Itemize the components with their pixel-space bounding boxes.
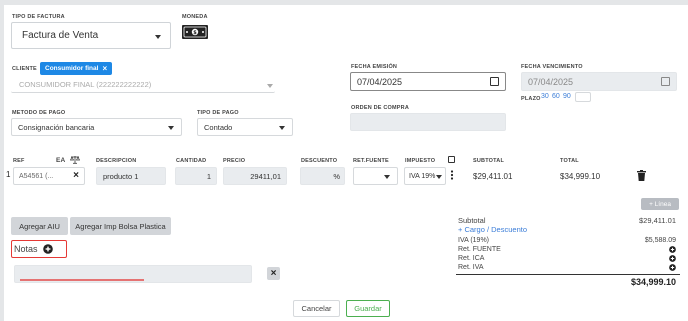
subtotal-value: $29,411.01 xyxy=(639,216,676,225)
fecha-emision-value: 07/04/2025 xyxy=(357,76,403,87)
plazo-label: PLAZO xyxy=(521,96,541,102)
col-descripcion: DESCRIPCION xyxy=(96,158,137,164)
cantidad-value: 1 xyxy=(206,171,211,181)
col-precio: PRECIO xyxy=(223,158,246,164)
subtotal-label: Subtotal xyxy=(458,216,486,225)
chevron-down-icon xyxy=(267,83,273,88)
add-circle-icon[interactable] xyxy=(669,246,676,253)
chevron-down-icon xyxy=(384,175,390,179)
fecha-vencimiento-label: FECHA VENCIMIENTO xyxy=(521,64,583,70)
fecha-vencimiento-value: 07/04/2025 xyxy=(528,76,574,87)
descripcion-value: producto 1 xyxy=(103,171,139,181)
close-icon[interactable]: × xyxy=(73,170,79,181)
plazo-input[interactable] xyxy=(575,92,591,102)
ret-ica-label: Ret. ICA xyxy=(458,255,485,262)
close-icon[interactable]: × xyxy=(102,64,107,73)
notas-input[interactable] xyxy=(14,265,252,283)
scale-icon xyxy=(69,155,81,164)
impuesto-value: IVA 19% xyxy=(409,172,436,180)
precio-input[interactable]: 29411,01 xyxy=(223,167,287,185)
invoice-form: TIPO DE FACTURA Factura de Venta MONEDA … xyxy=(0,0,688,321)
cantidad-input[interactable]: 1 xyxy=(175,167,217,185)
cargo-descuento-link[interactable]: + Cargo / Descuento xyxy=(458,225,527,234)
fecha-vencimiento-input[interactable]: 07/04/2025 xyxy=(521,72,677,91)
add-circle-icon[interactable] xyxy=(669,264,676,271)
add-circle-icon[interactable] xyxy=(43,244,53,254)
col-ref: REF xyxy=(13,158,25,164)
cliente-label: CLIENTE xyxy=(12,66,37,72)
ref-value: A54561 (... xyxy=(19,172,54,180)
iva-label: IVA (19%) xyxy=(458,237,489,244)
notas-label: Notas xyxy=(14,244,38,254)
ref-select[interactable]: A54561 (... × xyxy=(13,167,85,185)
orden-compra-input[interactable] xyxy=(350,113,506,131)
row-index: 1 xyxy=(6,170,11,179)
col-ret-fuente: RET.FUENTE xyxy=(353,158,389,164)
cliente-tag: Consumidor final × xyxy=(40,62,113,75)
tipo-pago-label: TIPO DE PAGO xyxy=(197,110,239,116)
save-button[interactable]: Guardar xyxy=(346,300,390,317)
precio-value: 29411,01 xyxy=(250,171,281,181)
totals-divider xyxy=(456,274,680,275)
agregar-bolsa-button[interactable]: Agregar Imp Bolsa Plastica xyxy=(70,217,171,235)
descripcion-input[interactable]: producto 1 xyxy=(96,167,166,185)
descuento-input[interactable]: % xyxy=(300,167,345,185)
col-ea: EA xyxy=(56,157,66,164)
row-subtotal: $29,411.01 xyxy=(473,172,513,181)
tipo-factura-select[interactable]: Factura de Venta xyxy=(11,22,171,49)
metodo-pago-value: Consignación bancaria xyxy=(18,122,95,132)
fecha-emision-input[interactable]: 07/04/2025 xyxy=(350,72,506,91)
select-all-checkbox[interactable] xyxy=(448,156,455,163)
money-bill-icon[interactable]: $ xyxy=(182,25,208,39)
col-subtotal: SUBTOTAL xyxy=(473,158,505,164)
more-options-icon[interactable] xyxy=(450,169,454,181)
col-impuesto: IMPUESTO xyxy=(405,158,436,164)
notas-toggle[interactable]: Notas xyxy=(11,240,67,258)
agregar-aiu-button[interactable]: Agregar AIU xyxy=(11,217,68,235)
cancel-button[interactable]: Cancelar xyxy=(293,300,340,317)
tipo-pago-select[interactable]: Contado xyxy=(197,118,293,136)
chevron-down-icon xyxy=(168,126,174,130)
cliente-tag-label: Consumidor final xyxy=(45,65,99,72)
cliente-select[interactable]: CONSUMIDOR FINAL (222222222222) xyxy=(11,77,275,93)
ret-fuente-label: Ret. FUENTE xyxy=(458,246,501,253)
metodo-pago-select[interactable]: Consignación bancaria xyxy=(11,118,182,136)
chevron-down-icon xyxy=(279,126,285,130)
col-descuento: DESCUENTO xyxy=(301,158,338,164)
grand-total: $34,999.10 xyxy=(630,277,676,287)
orden-compra-label: ORDEN DE COMPRA xyxy=(351,105,410,111)
calendar-icon[interactable] xyxy=(490,77,499,86)
trash-icon[interactable] xyxy=(637,170,646,181)
col-cantidad: CANTIDAD xyxy=(176,158,207,164)
svg-text:$: $ xyxy=(193,30,197,36)
row-total: $34,999.10 xyxy=(560,172,601,181)
metodo-pago-label: METODO DE PAGO xyxy=(12,110,66,116)
impuesto-select[interactable]: IVA 19% xyxy=(404,167,446,185)
fecha-emision-label: FECHA EMISIÓN xyxy=(351,64,398,70)
calendar-icon[interactable] xyxy=(661,77,670,86)
notas-clear-button[interactable]: × xyxy=(267,267,280,280)
tipo-factura-label: TIPO DE FACTURA xyxy=(12,14,65,20)
plazo-30[interactable]: 30 xyxy=(541,93,549,100)
ret-iva-label: Ret. IVA xyxy=(458,264,484,271)
percent-icon: % xyxy=(333,171,340,181)
chevron-down-icon xyxy=(436,175,442,179)
spellcheck-underline xyxy=(20,279,144,281)
tipo-factura-value: Factura de Venta xyxy=(22,30,99,41)
chevron-down-icon xyxy=(155,34,161,39)
moneda-label: MONEDA xyxy=(182,14,208,20)
add-line-button[interactable]: + Línea xyxy=(641,198,679,210)
plazo-90[interactable]: 90 xyxy=(563,93,571,100)
ret-fuente-select[interactable] xyxy=(353,167,398,185)
plazo-60[interactable]: 60 xyxy=(552,93,560,100)
tipo-pago-value: Contado xyxy=(204,122,233,132)
cliente-value: CONSUMIDOR FINAL (222222222222) xyxy=(19,80,152,89)
add-circle-icon[interactable] xyxy=(669,255,676,262)
iva-value: $5,588.09 xyxy=(644,237,676,244)
col-total: TOTAL xyxy=(560,158,579,164)
